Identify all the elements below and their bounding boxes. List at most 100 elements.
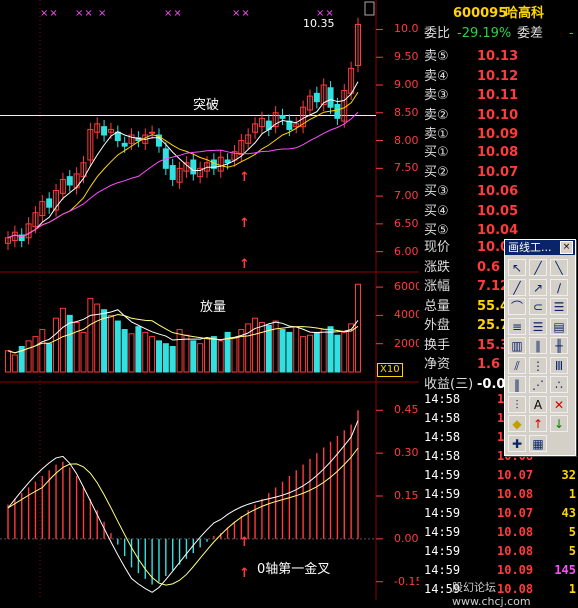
drawing-toolbox[interactable]: 画线工... × ↖ ╱ ╲ ╱ ↗ ∕ ⌒ ⊂ ☰ ≡ ☰ ▤ ▥ ∥ ╫ ⫽ ⋮ Ⅲ ‖ ⋰ ∴ ⫶ A ✕ ◆ ↑ ↓ ✚ ▦: [504, 239, 576, 456]
buy-label: 买①: [424, 145, 449, 160]
fan2-tool-icon[interactable]: ⋰: [529, 376, 547, 393]
stat-label: 外盘: [424, 318, 451, 333]
volume-bar: [327, 326, 334, 373]
tick-time: 14:58: [424, 449, 461, 463]
volume-bar: [279, 329, 286, 373]
ray-tool-icon[interactable]: ╲: [550, 259, 568, 276]
volume-bar: [114, 320, 121, 373]
stat-label: 涨幅: [424, 279, 451, 294]
arrow-tool-icon[interactable]: ↗: [529, 278, 547, 296]
sell-row: 卖① 10.09: [419, 125, 578, 144]
vlines-tool-icon[interactable]: ‖: [508, 376, 526, 393]
buy-row: 买② 10.07: [419, 163, 578, 182]
up-arrow-icon: ↑: [239, 566, 250, 581]
tick-row: 14:59 10.07 32: [419, 466, 578, 485]
grid-tool-icon[interactable]: ⫶: [508, 395, 526, 413]
mark-tool-icon[interactable]: ◆: [508, 415, 526, 432]
buy-label: 买③: [424, 184, 449, 199]
stock-code: 600095: [453, 6, 508, 21]
stat-value: 1.6: [477, 357, 501, 372]
tick-volume: 5: [568, 525, 576, 539]
trend-tool-icon[interactable]: ∕: [550, 278, 568, 296]
gann-tool-icon[interactable]: ╫: [550, 337, 568, 354]
box-tool-icon[interactable]: ▤: [550, 317, 568, 335]
volume-bar: [313, 331, 320, 373]
volume-bar: [210, 336, 217, 373]
tick-volume: 43: [561, 506, 576, 520]
stock-name: 哈高科: [505, 6, 545, 21]
weibi-label: 委比: [424, 26, 451, 41]
sell-value: 10.13: [477, 49, 519, 64]
volume-bar: [169, 346, 176, 373]
close-icon[interactable]: ×: [560, 241, 573, 254]
tick-time: 14:59: [424, 487, 461, 501]
tick-price: 10.07: [497, 468, 534, 482]
price-tick-label: 7.50: [394, 161, 419, 175]
fib-tool-icon[interactable]: ≡: [508, 317, 526, 335]
tick-time: 14:59: [424, 506, 461, 520]
panel-tool-icon[interactable]: ▦: [529, 434, 547, 452]
tick-volume: 145: [554, 563, 576, 577]
up-arrow-icon: ↑: [239, 216, 250, 231]
buy-value: 10.05: [477, 203, 519, 219]
top-mark: ××: [232, 8, 251, 19]
segment-tool-icon[interactable]: ╱: [508, 278, 526, 296]
line-tool-icon[interactable]: ╱: [529, 259, 547, 276]
text-tool-icon[interactable]: A: [529, 395, 547, 413]
channel-tool-icon[interactable]: ☰: [550, 298, 568, 315]
sell-label: 卖①: [424, 127, 449, 142]
volume-bar: [155, 340, 162, 373]
arc-tool-icon[interactable]: ⌒: [508, 298, 526, 315]
up-mark-icon[interactable]: ↑: [529, 415, 547, 432]
price-peak-label: 10.35: [303, 17, 335, 30]
sell-value: 10.12: [477, 68, 519, 84]
weibi-row: 委比 -29.19% 委差 -: [419, 24, 578, 43]
volume-bar: [265, 324, 272, 373]
tick-row: 14:59 10.09 145: [419, 561, 578, 580]
sell-row: 卖④ 10.12: [419, 67, 578, 86]
macd-tick-label: 0.45: [394, 403, 419, 417]
dots-tool-icon[interactable]: ⋮: [529, 356, 547, 374]
price-tick-label: 6.50: [394, 216, 419, 230]
down-mark-icon[interactable]: ↓: [550, 415, 568, 432]
toolbox-title-text: 画线工...: [508, 241, 552, 254]
cross-tool-icon[interactable]: ✚: [508, 434, 526, 452]
weibi-value: -29.19%: [457, 26, 512, 41]
sell-label: 卖④: [424, 68, 449, 84]
tick-row: 14:59 10.08 1: [419, 485, 578, 504]
macd-cross-label: 0轴第一金叉: [257, 562, 331, 577]
select-tool-icon[interactable]: ↖: [508, 259, 526, 276]
delete-tool-icon[interactable]: ✕: [550, 395, 568, 413]
tick-time: 14:58: [424, 411, 461, 425]
bars-tool-icon[interactable]: ▥: [508, 337, 526, 354]
price-tick-label: 6.00: [394, 244, 419, 258]
buy-row: 买① 10.08: [419, 143, 578, 162]
volume-bar: [135, 326, 142, 373]
fan-tool-icon[interactable]: ⫽: [508, 356, 526, 374]
parallel-tool-icon[interactable]: ∥: [529, 337, 547, 354]
sell-label: 卖②: [424, 107, 449, 123]
period-tool-icon[interactable]: Ⅲ: [550, 356, 568, 374]
x10-indicator[interactable]: X10: [377, 363, 403, 377]
buy-value: 10.08: [477, 145, 519, 160]
volume-bar: [334, 334, 341, 373]
sell-row: 卖⑤ 10.13: [419, 47, 578, 66]
buy-row: 买③ 10.06: [419, 182, 578, 201]
buy-label: 买②: [424, 164, 449, 180]
buy-value: 10.07: [477, 164, 519, 180]
tick-volume: 5: [568, 544, 576, 558]
sell-value: 10.11: [477, 88, 519, 103]
tick-time: 14:59: [424, 544, 461, 558]
cycle-tool-icon[interactable]: ⊂: [529, 298, 547, 315]
macd-tick-label: 0.30: [394, 446, 419, 460]
sell-label: 卖③: [424, 88, 449, 103]
sell-value: 10.10: [477, 107, 519, 123]
tick-price: 10.08: [497, 487, 534, 501]
dot-tool-icon[interactable]: ∴: [550, 376, 568, 393]
price-tick-label: 8.00: [394, 133, 419, 147]
levels-tool-icon[interactable]: ☰: [529, 317, 547, 335]
tick-price: 10.07: [497, 506, 534, 520]
watermark: 股幻论坛 www.chcj.com: [452, 581, 531, 608]
price-tick-label: 9.00: [394, 78, 419, 91]
toolbox-title[interactable]: 画线工... ×: [505, 240, 575, 255]
